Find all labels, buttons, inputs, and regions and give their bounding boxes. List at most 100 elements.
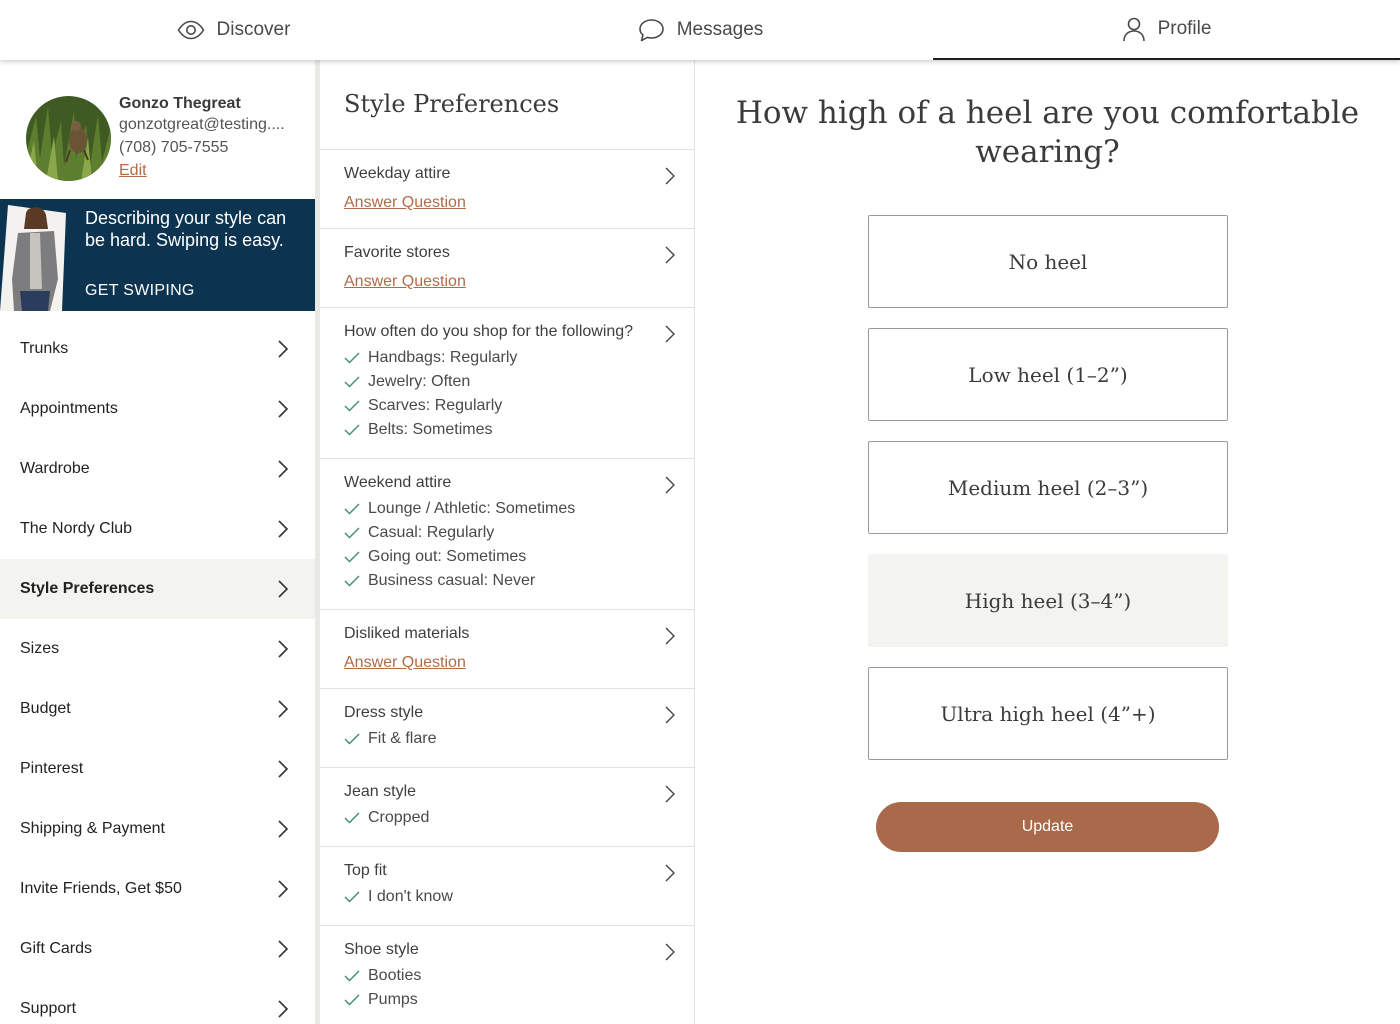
option-label: Ultra high heel (4”+) [940,701,1156,726]
option-medium-heel[interactable]: Medium heel (2–3”) [868,441,1228,534]
question-favorite-stores[interactable]: Favorite stores Answer Question [320,229,694,308]
question-shoe-style[interactable]: Shoe style Booties Pumps [320,926,694,1024]
chevron-right-icon [277,579,289,604]
tab-discover[interactable]: Discover [0,0,467,60]
sidebar-item-support[interactable]: Support [0,979,315,1024]
answer-text: Fit & flare [368,730,437,747]
question-jean-style[interactable]: Jean style Cropped [320,768,694,847]
update-button[interactable]: Update [876,802,1219,852]
answer-question-link[interactable]: Answer Question [344,654,466,672]
answer-text: Booties [368,967,422,984]
tab-profile[interactable]: Profile [933,0,1400,60]
sidebar-item-trunks[interactable]: Trunks [0,319,315,379]
edit-profile-link[interactable]: Edit [119,162,147,180]
answer-list: Booties Pumps [344,964,670,1012]
swipe-promo-banner[interactable]: Describing your style can be hard. Swipi… [0,199,315,311]
option-label: Low heel (1–2”) [968,362,1128,387]
answer-text: Jewelry: Often [368,373,471,390]
top-nav: Discover Messages Profile [0,0,1400,60]
chevron-right-icon [277,819,289,844]
sidebar-item-pinterest[interactable]: Pinterest [0,739,315,799]
question-title: Dress style [344,704,424,721]
sidebar: Gonzo Thegreat gonzotgreat@testing.... (… [0,60,315,1024]
chevron-right-icon [664,324,676,349]
answer-question-link[interactable]: Answer Question [344,194,466,212]
sidebar-item-label: The Nordy Club [20,520,133,537]
sidebar-item-invite-friends[interactable]: Invite Friends, Get $50 [0,859,315,919]
checkmark-icon [344,376,360,388]
checkmark-icon [344,400,360,412]
question-weekend-attire[interactable]: Weekend attire Lounge / Athletic: Someti… [320,459,694,610]
answer-text: Business casual: Never [368,572,536,589]
sidebar-item-gift-cards[interactable]: Gift Cards [0,919,315,979]
option-ultra-high-heel[interactable]: Ultra high heel (4”+) [868,667,1228,760]
avatar[interactable] [26,96,111,181]
answer-item: Lounge / Athletic: Sometimes [344,497,670,521]
chevron-right-icon [277,879,289,904]
sidebar-item-shipping-payment[interactable]: Shipping & Payment [0,799,315,859]
answer-question-link[interactable]: Answer Question [344,273,466,291]
sidebar-item-label: Gift Cards [20,940,93,957]
answer-item: Cropped [344,806,670,830]
answer-text: Cropped [368,809,430,826]
question-title: Top fit [344,862,387,879]
answer-item: Fit & flare [344,727,670,751]
profile-email: gonzotgreat@testing.... [119,116,285,133]
chevron-right-icon [277,759,289,784]
chevron-right-icon [664,705,676,730]
sidebar-item-wardrobe[interactable]: Wardrobe [0,439,315,499]
question-weekday-attire[interactable]: Weekday attire Answer Question [320,150,694,229]
option-no-heel[interactable]: No heel [868,215,1228,308]
checkmark-icon [344,891,360,903]
question-shopping-frequency[interactable]: How often do you shop for the following?… [320,308,694,459]
answer-item: Going out: Sometimes [344,545,670,569]
answer-text: Handbags: Regularly [368,349,518,366]
tab-label: Discover [216,19,291,40]
profile-card: Gonzo Thegreat gonzotgreat@testing.... (… [0,60,315,199]
person-icon [1122,16,1146,42]
option-high-heel[interactable]: High heel (3–4”) [868,554,1228,647]
promo-image [0,199,70,311]
option-low-heel[interactable]: Low heel (1–2”) [868,328,1228,421]
answer-text: Going out: Sometimes [368,548,527,565]
chevron-right-icon [277,339,289,364]
chevron-right-icon [277,999,289,1024]
answer-item: Jewelry: Often [344,370,670,394]
question-disliked-materials[interactable]: Disliked materials Answer Question [320,610,694,689]
sidebar-item-appointments[interactable]: Appointments [0,379,315,439]
question-title: Weekend attire [344,474,452,491]
chevron-right-icon [277,519,289,544]
sidebar-item-sizes[interactable]: Sizes [0,619,315,679]
get-swiping-link[interactable]: GET SWIPING [85,282,195,300]
tab-messages[interactable]: Messages [467,0,934,60]
sidebar-item-nordy-club[interactable]: The Nordy Club [0,499,315,559]
answer-item: Handbags: Regularly [344,346,670,370]
chevron-right-icon [664,245,676,270]
chevron-right-icon [664,626,676,651]
answer-item: Booties [344,964,670,988]
chevron-right-icon [664,863,676,888]
question-top-fit[interactable]: Top fit I don't know [320,847,694,926]
sidebar-item-budget[interactable]: Budget [0,679,315,739]
question-title: Disliked materials [344,625,470,642]
question-heading: How high of a heel are you comfortable w… [735,95,1360,170]
chevron-right-icon [664,475,676,500]
chevron-right-icon [277,699,289,724]
tab-label: Messages [676,19,764,40]
sidebar-item-label: Style Preferences [20,580,155,597]
checkmark-icon [344,733,360,745]
tab-label: Profile [1157,18,1212,39]
profile-name: Gonzo Thegreat [119,95,241,112]
question-title: Favorite stores [344,244,450,261]
sidebar-item-style-preferences[interactable]: Style Preferences [0,559,315,619]
answer-item: Pumps [344,988,670,1012]
answer-item: Scarves: Regularly [344,394,670,418]
style-preferences-panel: Style Preferences Weekday attire Answer … [320,60,695,1024]
checkmark-icon [344,352,360,364]
question-dress-style[interactable]: Dress style Fit & flare [320,689,694,768]
sidebar-item-label: Shipping & Payment [20,820,165,837]
checkmark-icon [344,503,360,515]
chevron-right-icon [664,784,676,809]
profile-phone: (708) 705-7555 [119,139,229,156]
answer-item: I don't know [344,885,670,909]
